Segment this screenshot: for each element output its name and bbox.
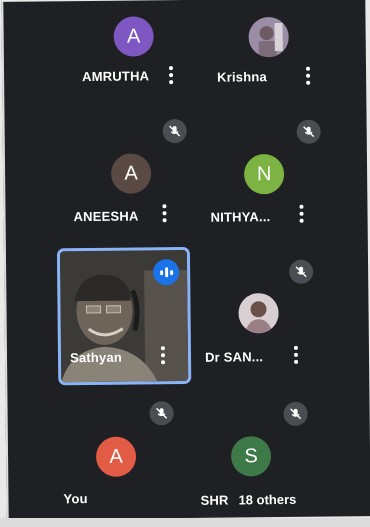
more-vert-icon[interactable] xyxy=(167,66,175,86)
more-vert-icon[interactable] xyxy=(304,66,312,87)
participant-name: Dr SAN... xyxy=(204,349,264,365)
participant-avatar: A xyxy=(110,153,152,194)
participant-avatar: A xyxy=(113,16,154,57)
participant-avatar: N xyxy=(243,153,285,195)
mic-off-icon xyxy=(149,401,174,426)
profile-photo xyxy=(238,293,279,334)
participant-tile-sathyan-video[interactable]: Sathyan xyxy=(56,246,192,386)
more-vert-icon[interactable] xyxy=(297,204,305,225)
participant-name: NITHYA... xyxy=(210,209,271,225)
mic-off-icon xyxy=(289,259,314,284)
mic-off-icon xyxy=(162,118,187,144)
meeting-grid: A AMRUTHA Krishna A ANEESHA N NITHYA... … xyxy=(1,0,370,520)
participant-name: You xyxy=(63,491,88,507)
participant-avatar: A xyxy=(95,436,137,477)
profile-photo xyxy=(248,16,289,58)
participant-avatar: S xyxy=(230,436,272,477)
participant-name: ANEESHA xyxy=(73,208,139,225)
mic-off-icon xyxy=(296,119,321,144)
more-vert-icon[interactable] xyxy=(160,204,168,224)
more-vert-icon[interactable] xyxy=(159,346,167,366)
participant-name: Sathyan xyxy=(69,349,123,366)
participant-name: SHR xyxy=(200,492,229,508)
others-count-label: 18 others xyxy=(238,491,297,508)
more-vert-icon[interactable] xyxy=(292,345,300,366)
mic-off-icon xyxy=(283,401,308,426)
page-margin xyxy=(0,518,370,527)
participant-name: AMRUTHA xyxy=(82,68,150,85)
participant-name: Krishna xyxy=(217,69,267,85)
speaking-indicator-icon xyxy=(153,259,180,286)
